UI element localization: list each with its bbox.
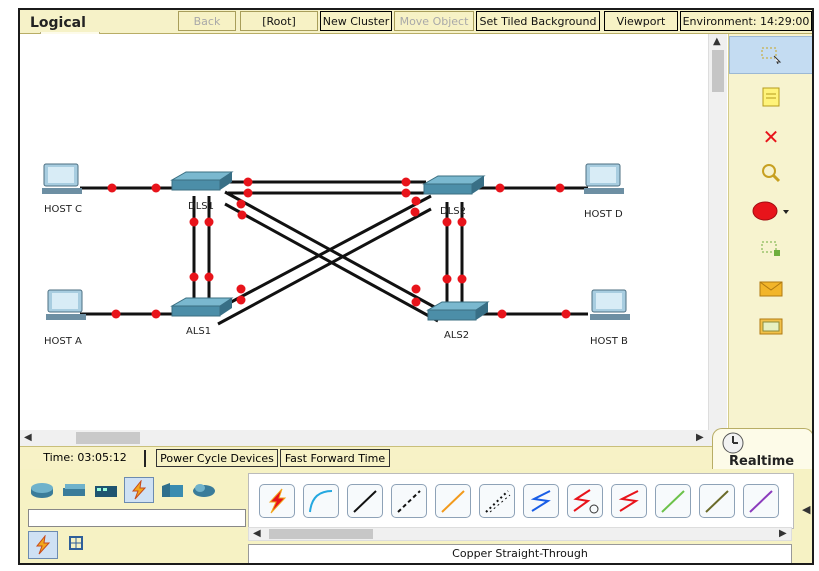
horizontal-scroll-thumb[interactable] bbox=[76, 432, 140, 444]
realtime-mode-tab[interactable]: Realtime bbox=[712, 428, 812, 469]
device-label: HOST A bbox=[44, 336, 82, 347]
switch-dls2[interactable]: DLS2 bbox=[422, 175, 486, 217]
usb-cable-icon[interactable] bbox=[743, 484, 779, 518]
device-label: ALS2 bbox=[444, 330, 469, 341]
logical-tab[interactable]: Logical bbox=[24, 10, 164, 33]
link-dls2-als1-b[interactable] bbox=[217, 207, 432, 326]
phone-cable-icon[interactable] bbox=[479, 484, 515, 518]
back-button[interactable]: Back bbox=[178, 11, 236, 31]
coaxial-cable-icon[interactable] bbox=[523, 484, 559, 518]
move-object-button[interactable]: Move Object bbox=[394, 11, 474, 31]
scroll-right-icon[interactable]: ▶ bbox=[696, 432, 704, 443]
clock-icon bbox=[722, 432, 744, 454]
routers-icon[interactable] bbox=[28, 478, 56, 502]
environment-button[interactable]: Environment: 14:29:00 bbox=[680, 11, 812, 31]
wan-emulation-icon[interactable] bbox=[190, 478, 218, 502]
fast-forward-time-button[interactable]: Fast Forward Time bbox=[280, 449, 390, 467]
draw-shape-icon[interactable] bbox=[729, 192, 812, 230]
device-search-input[interactable] bbox=[28, 509, 246, 527]
add-complex-pdu-icon[interactable] bbox=[729, 308, 812, 346]
mode-label: Realtime bbox=[729, 454, 795, 469]
inspect-icon[interactable] bbox=[729, 154, 812, 192]
copper-cross-over-icon[interactable] bbox=[391, 484, 427, 518]
power-cycle-devices-button[interactable]: Power Cycle Devices bbox=[156, 449, 278, 467]
device-label: ALS1 bbox=[186, 326, 211, 337]
scroll-up-icon[interactable]: ▲ bbox=[713, 36, 721, 47]
links bbox=[80, 180, 588, 326]
cable-list-scrollbar[interactable]: ◀ ▶ bbox=[248, 527, 792, 541]
new-cluster-button[interactable]: New Cluster bbox=[320, 11, 392, 31]
device-label: HOST B bbox=[590, 336, 628, 347]
cable-scroll-thumb[interactable] bbox=[269, 529, 373, 539]
device-label: DLS1 bbox=[188, 201, 214, 212]
pc-host-b[interactable]: HOST B bbox=[590, 289, 630, 347]
automatic-connection-icon[interactable] bbox=[259, 484, 295, 518]
link-lights bbox=[107, 177, 571, 319]
octal-cable-icon[interactable] bbox=[655, 484, 691, 518]
canvas-horizontal-scrollbar[interactable]: ◀ ▶ bbox=[20, 430, 726, 446]
switch-als1[interactable]: ALS1 bbox=[170, 297, 234, 337]
connections-icon[interactable] bbox=[124, 477, 154, 503]
copper-straight-through-icon[interactable] bbox=[347, 484, 383, 518]
device-category-row bbox=[28, 475, 248, 505]
note-icon[interactable] bbox=[729, 78, 812, 116]
viewport-button[interactable]: Viewport bbox=[604, 11, 678, 31]
serial-dte-icon[interactable] bbox=[611, 484, 647, 518]
iot-custom-cable-icon[interactable] bbox=[699, 484, 735, 518]
packet-tracer-window: Logical Back [Root] New Cluster Move Obj… bbox=[18, 8, 814, 565]
hubs-icon[interactable] bbox=[92, 478, 120, 502]
selected-cable-name: Copper Straight-Through bbox=[248, 544, 792, 563]
fiber-icon[interactable] bbox=[435, 484, 471, 518]
device-type-panel: ◀ ▶ Copper Straight-Through ◀ bbox=[20, 469, 812, 563]
common-tools-bar: ✕ bbox=[728, 34, 812, 432]
topology-diagram: DLS1 DLS2 ALS1 ALS2 HOST C HOST D HOST A… bbox=[42, 163, 630, 347]
scroll-left-icon[interactable]: ◀ bbox=[253, 528, 261, 539]
connections-subcategory-icon[interactable] bbox=[28, 531, 58, 559]
logical-workspace-canvas[interactable]: DLS1 DLS2 ALS1 ALS2 HOST C HOST D HOST A… bbox=[20, 34, 708, 436]
workspace-toolbar: Logical Back [Root] New Cluster Move Obj… bbox=[20, 10, 812, 34]
console-cable-icon[interactable] bbox=[303, 484, 339, 518]
add-simple-pdu-icon[interactable] bbox=[729, 270, 812, 308]
root-button[interactable]: [Root] bbox=[240, 11, 318, 31]
vertical-scroll-thumb[interactable] bbox=[712, 50, 724, 92]
collapse-panel-icon[interactable]: ◀ bbox=[802, 503, 810, 516]
cable-type-list bbox=[248, 473, 794, 529]
pc-host-a[interactable]: HOST A bbox=[44, 289, 86, 347]
resize-icon[interactable] bbox=[729, 230, 812, 268]
device-label: HOST D bbox=[584, 209, 623, 220]
device-label: HOST C bbox=[44, 204, 82, 215]
link-dls2-als1-a[interactable] bbox=[217, 194, 432, 311]
end-devices-icon[interactable] bbox=[158, 478, 186, 502]
serial-dce-icon[interactable] bbox=[567, 484, 603, 518]
time-status-bar: Time: 03:05:12 Power Cycle Devices Fast … bbox=[20, 446, 812, 470]
delete-icon[interactable]: ✕ bbox=[729, 118, 812, 156]
grid-view-icon[interactable] bbox=[68, 535, 84, 551]
simulation-time: Time: 03:05:12 bbox=[43, 451, 127, 464]
select-icon[interactable] bbox=[729, 36, 812, 74]
switches-icon[interactable] bbox=[60, 478, 88, 502]
pc-host-c[interactable]: HOST C bbox=[42, 163, 82, 215]
device-label: DLS2 bbox=[440, 206, 466, 217]
set-tiled-background-button[interactable]: Set Tiled Background bbox=[476, 11, 600, 31]
pc-host-d[interactable]: HOST D bbox=[584, 163, 624, 220]
canvas-vertical-scrollbar[interactable]: ▲ bbox=[708, 34, 727, 436]
divider bbox=[144, 450, 146, 467]
scroll-right-icon[interactable]: ▶ bbox=[779, 528, 787, 539]
scroll-left-icon[interactable]: ◀ bbox=[24, 432, 32, 443]
switch-dls1[interactable]: DLS1 bbox=[170, 171, 234, 212]
